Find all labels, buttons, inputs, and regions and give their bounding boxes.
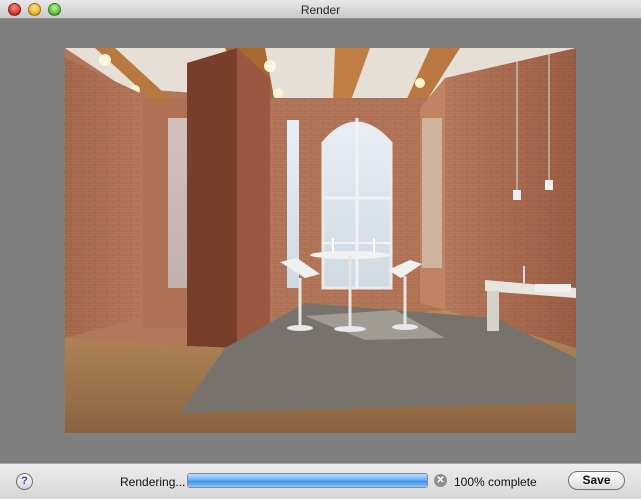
help-button[interactable]: ?: [16, 473, 33, 490]
window-title: Render: [300, 3, 341, 17]
render-preview: [65, 48, 576, 433]
title-bar[interactable]: Render: [0, 0, 641, 19]
stop-icon[interactable]: ✕: [434, 474, 447, 487]
render-window: Render ? Rendering... ✕ 100% complete Sa…: [0, 0, 641, 499]
render-progress-bar: [187, 473, 428, 488]
status-bar: ? Rendering... ✕ 100% complete Save: [0, 463, 641, 499]
save-button[interactable]: Save: [568, 471, 625, 490]
render-image: [65, 48, 576, 433]
progress-fill: [188, 474, 427, 487]
rendering-status-label: Rendering...: [120, 475, 186, 489]
progress-percent-label: 100% complete: [454, 475, 537, 489]
